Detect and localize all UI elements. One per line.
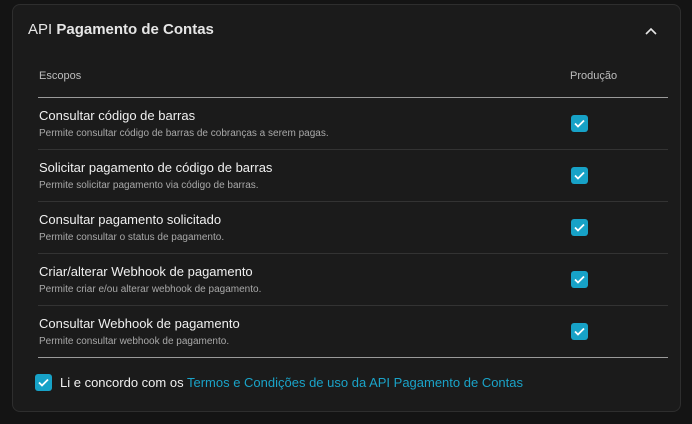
panel-title-bold: Pagamento de Contas bbox=[56, 21, 214, 38]
panel-title: API Pagamento de Contas bbox=[28, 21, 214, 38]
scope-name: Consultar Webhook de pagamento bbox=[39, 316, 240, 331]
production-checkbox[interactable] bbox=[571, 323, 588, 340]
chevron-up-icon bbox=[645, 27, 657, 35]
scope-name: Consultar pagamento solicitado bbox=[39, 212, 222, 227]
scope-description: Permite consultar código de barras de co… bbox=[39, 128, 329, 139]
api-panel: API Pagamento de Contas Escopos Produção… bbox=[12, 4, 681, 412]
scope-row: Criar/alterar Webhook de pagamento Permit… bbox=[38, 254, 668, 306]
scope-description: Permite solicitar pagamento via código d… bbox=[39, 180, 259, 191]
scope-description: Permite criar e/ou alterar webhook de pa… bbox=[39, 284, 262, 295]
table-bottom-divider bbox=[38, 357, 668, 358]
collapse-button[interactable] bbox=[641, 21, 661, 41]
column-header-scopes: Escopos bbox=[39, 70, 82, 82]
checkmark-icon bbox=[38, 378, 49, 387]
scope-name: Criar/alterar Webhook de pagamento bbox=[39, 264, 253, 279]
scope-name: Solicitar pagamento de código de barras bbox=[39, 160, 273, 175]
checkmark-icon bbox=[574, 223, 585, 232]
scope-row: Consultar Webhook de pagamento Permite co… bbox=[38, 306, 668, 358]
scope-description: Permite consultar o status de pagamento. bbox=[39, 232, 225, 243]
production-checkbox[interactable] bbox=[571, 167, 588, 184]
scope-row: Consultar pagamento solicitado Permite co… bbox=[38, 202, 668, 254]
scope-row: Solicitar pagamento de código de barras P… bbox=[38, 150, 668, 202]
scope-row: Consultar código de barras Permite consul… bbox=[38, 98, 668, 150]
production-checkbox[interactable] bbox=[571, 271, 588, 288]
scope-name: Consultar código de barras bbox=[39, 108, 196, 123]
production-checkbox[interactable] bbox=[571, 219, 588, 236]
checkmark-icon bbox=[574, 171, 585, 180]
column-header-production: Produção bbox=[570, 70, 618, 82]
terms-agreement: Li e concordo com os Termos e Condições … bbox=[35, 374, 523, 391]
production-checkbox[interactable] bbox=[571, 115, 588, 132]
terms-text: Li e concordo com os bbox=[60, 375, 184, 390]
terms-link[interactable]: Termos e Condições de uso da API Pagamen… bbox=[187, 375, 523, 390]
panel-title-prefix: API bbox=[28, 21, 53, 38]
scope-description: Permite consultar webhook de pagamento. bbox=[39, 336, 230, 347]
checkmark-icon bbox=[574, 119, 585, 128]
checkmark-icon bbox=[574, 327, 585, 336]
checkmark-icon bbox=[574, 275, 585, 284]
terms-checkbox[interactable] bbox=[35, 374, 52, 391]
